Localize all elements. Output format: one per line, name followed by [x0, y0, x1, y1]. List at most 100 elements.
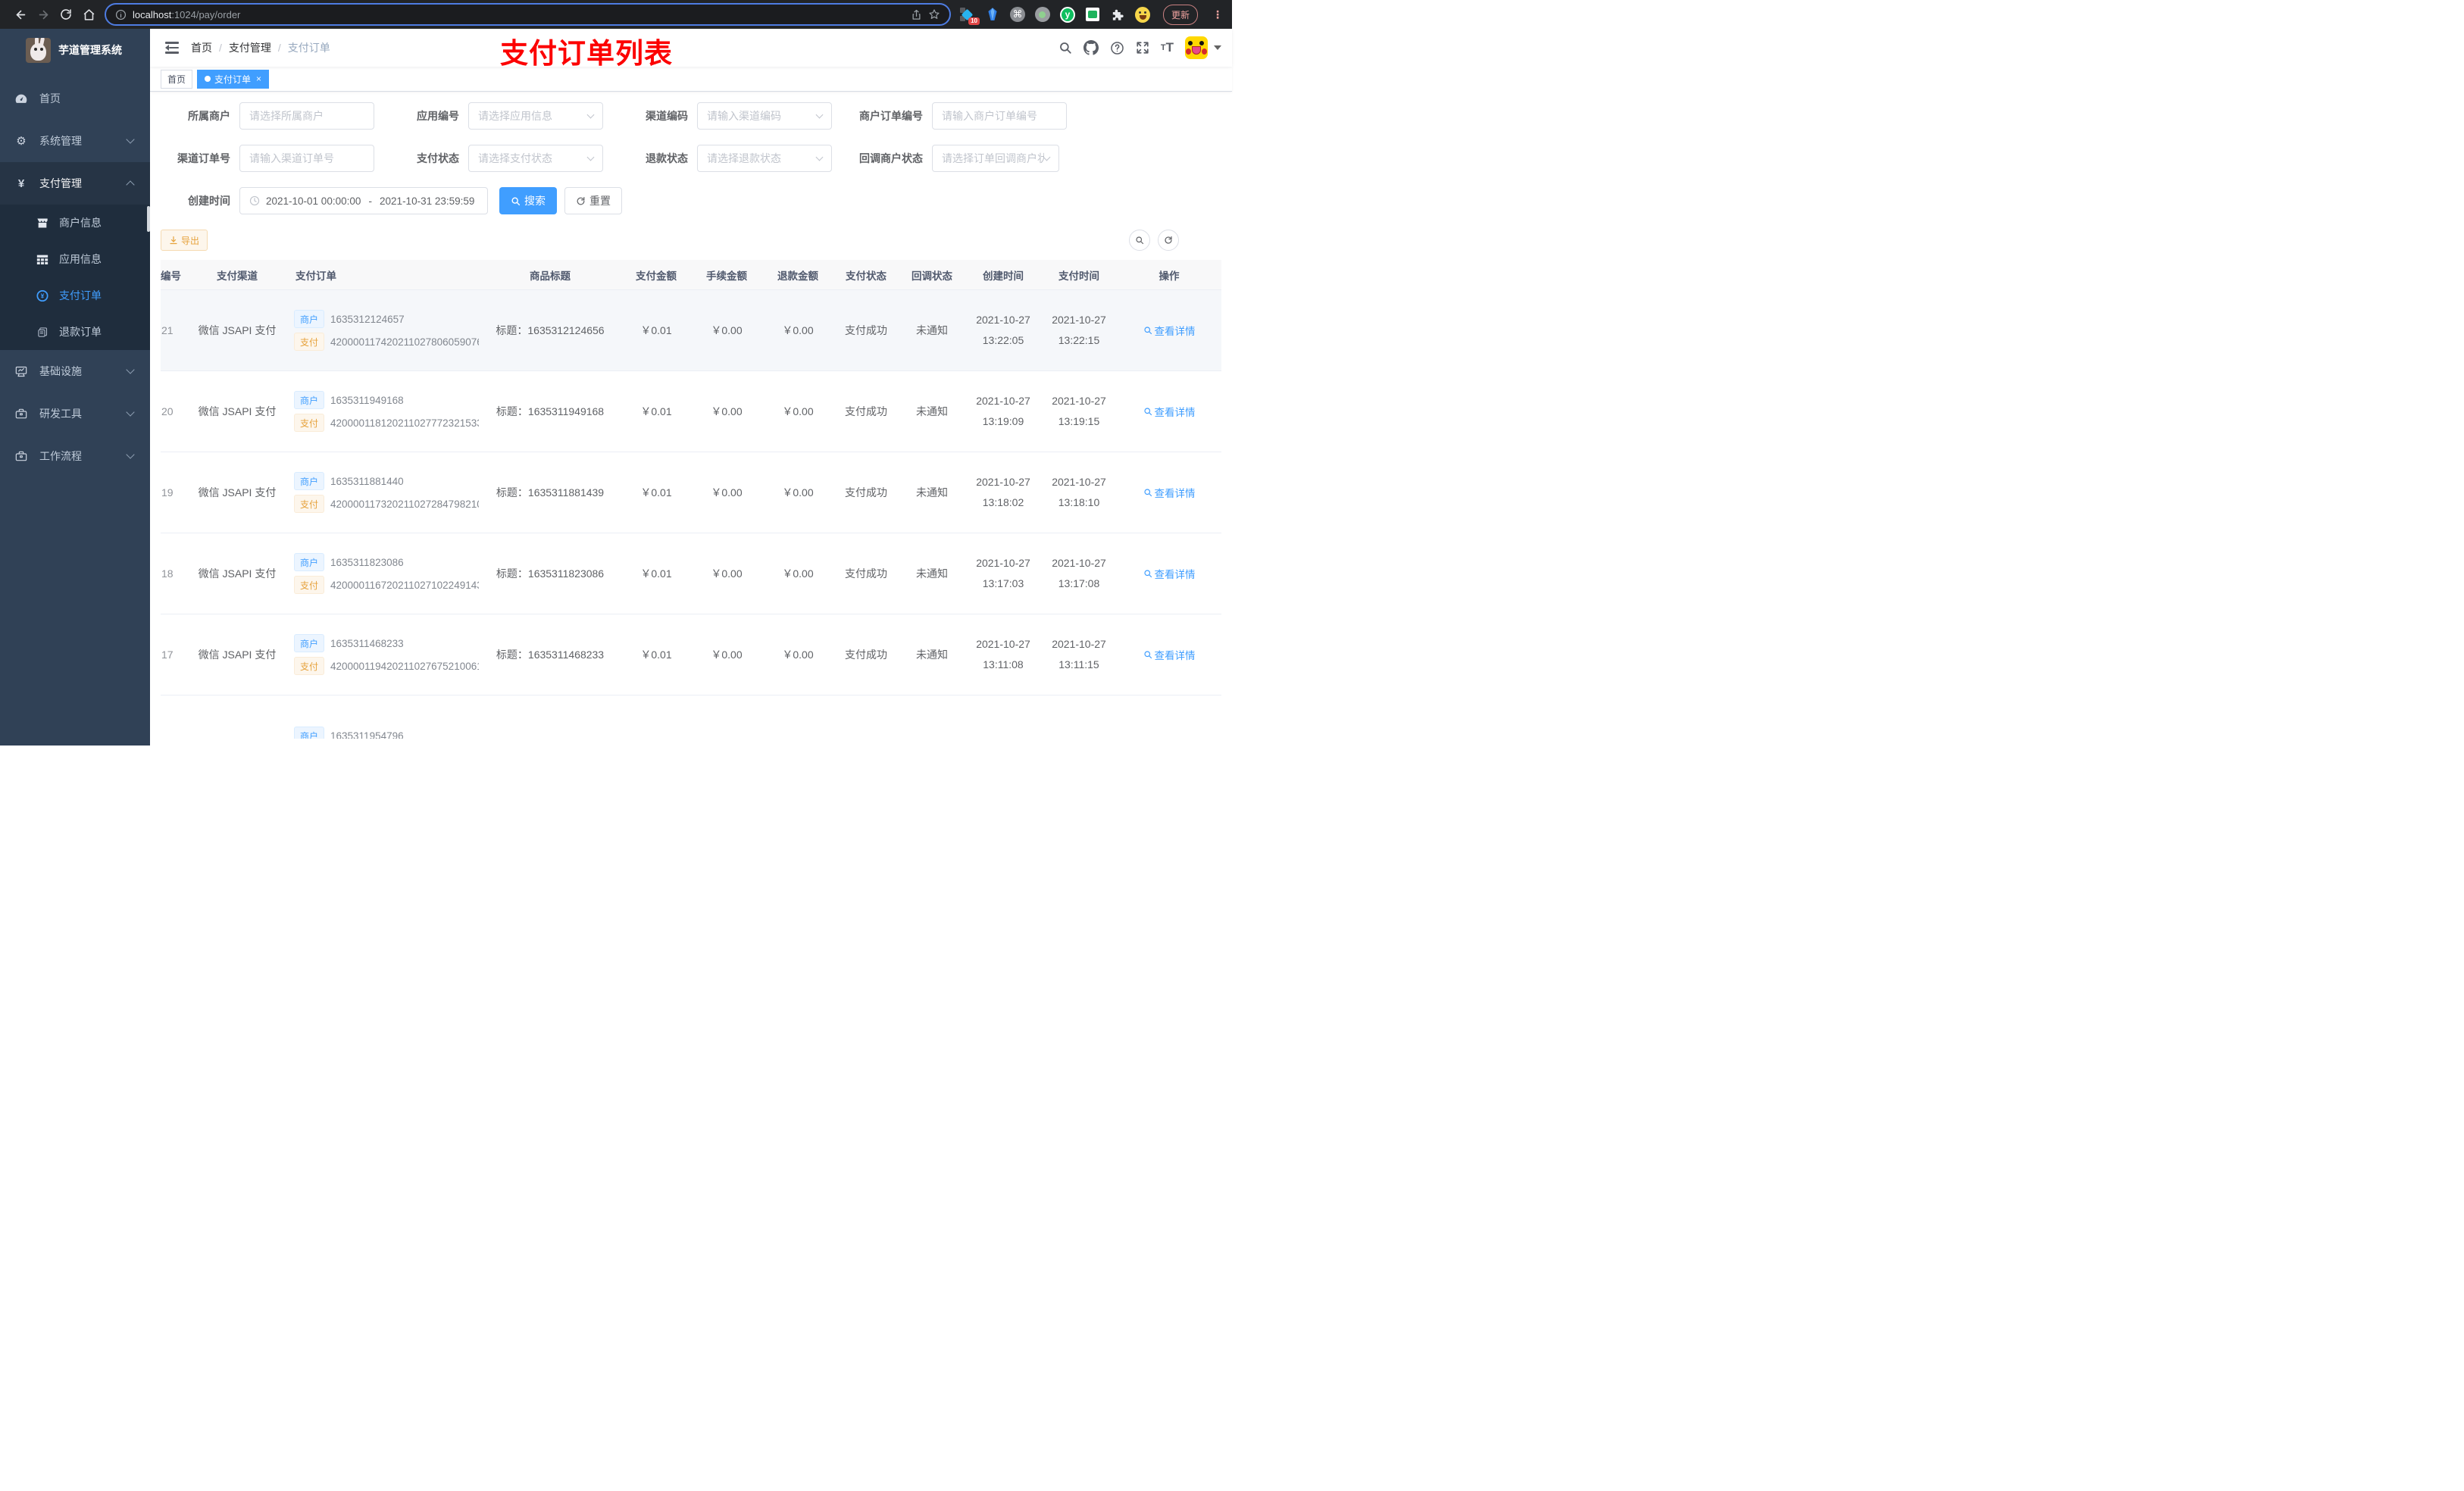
extension-tabs-icon[interactable]: 10 [959, 7, 980, 25]
fullscreen-icon[interactable] [1136, 41, 1149, 55]
site-info-icon[interactable] [115, 9, 127, 20]
github-icon[interactable] [1083, 40, 1099, 55]
cell-create-time: 2021-10-27 13:19:09 [976, 395, 1030, 427]
cell-pay-status: 支付成功 [845, 324, 887, 336]
title-prefix: 标题： [496, 567, 528, 580]
pay-status-select[interactable]: 请选择支付状态 [468, 145, 603, 172]
user-menu[interactable] [1185, 36, 1221, 59]
channel-order-no-field[interactable] [249, 152, 364, 164]
merchant-tag: 商户 [294, 634, 325, 652]
cell-fee: ￥0.00 [711, 567, 743, 580]
export-button[interactable]: 导出 [161, 230, 208, 251]
toggle-search-button[interactable] [1129, 230, 1150, 251]
extension-recorder-icon[interactable] [1034, 7, 1050, 22]
search-icon[interactable] [1058, 41, 1072, 55]
sidebar-item-merchant-info[interactable]: 商户信息 [0, 205, 150, 241]
merchant-tag: 商户 [294, 310, 325, 328]
browser-home-button[interactable] [77, 3, 100, 26]
select-placeholder: 请输入渠道编码 [707, 110, 781, 122]
url-text[interactable]: localhost:1024/pay/order [133, 9, 905, 20]
reset-button[interactable]: 重置 [564, 187, 622, 214]
sidebar-item-workflow[interactable]: 工作流程 [0, 435, 150, 477]
merchant-order-no-field[interactable] [942, 110, 1057, 122]
browser-menu-icon[interactable]: ⋮ [1212, 8, 1223, 21]
breadcrumb-home[interactable]: 首页 [191, 40, 212, 55]
cell-title: 标题：1635311881439 [479, 485, 621, 500]
extension-chat-icon[interactable] [1085, 7, 1100, 22]
breadcrumb-pay[interactable]: 支付管理 [229, 40, 271, 55]
view-detail-link[interactable]: 查看详情 [1143, 323, 1196, 338]
table-row: 19 微信 JSAPI 支付 商户 1635311881440 支付 4200001… [161, 452, 1221, 533]
merchant-no: 1635311949168 [330, 394, 404, 406]
view-detail-link[interactable]: 查看详情 [1143, 485, 1196, 500]
app-select[interactable]: 请选择应用信息 [468, 102, 603, 130]
cell-channel: 微信 JSAPI 支付 [198, 324, 277, 336]
tab-pay-order[interactable]: 支付订单 × [197, 69, 270, 89]
create-time-range-picker[interactable]: 2021-10-01 00:00:00 - 2021-10-31 23:59:5… [239, 187, 488, 214]
cell-pay-time: 2021-10-27 13:17:08 [1052, 557, 1106, 589]
extension-command-icon[interactable]: ⌘ [1009, 7, 1025, 22]
sidebar-item-pay-order[interactable]: ¥ 支付订单 [0, 277, 150, 314]
document-icon [36, 326, 48, 338]
sidebar-item-system[interactable]: ⚙ 系统管理 [0, 120, 150, 162]
pay-no: 4200001194202110276752100612 [330, 660, 479, 672]
cell-channel: 微信 JSAPI 支付 [198, 405, 277, 417]
search-icon [1143, 570, 1152, 578]
col-create-time: 创建时间 [983, 270, 1024, 282]
refresh-table-button[interactable] [1158, 230, 1179, 251]
page-title-annotation: 支付订单列表 [500, 38, 673, 69]
collapse-sidebar-icon[interactable] [162, 41, 179, 55]
pay-no: 4200001173202110272847982104 [330, 498, 479, 510]
chrome-update-button[interactable]: 更新 [1162, 4, 1198, 25]
sidebar-item-devtools[interactable]: 研发工具 [0, 392, 150, 435]
bookmark-star-icon[interactable] [928, 8, 940, 20]
view-detail-link[interactable]: 查看详情 [1143, 566, 1196, 581]
extension-y-icon[interactable]: y [1059, 6, 1075, 23]
address-bar[interactable]: localhost:1024/pay/order [105, 3, 951, 26]
extension-puzzle-icon[interactable] [1110, 7, 1125, 22]
merchant-input[interactable] [239, 102, 374, 130]
app-logo-row[interactable]: 芋道管理系统 [0, 29, 150, 71]
view-detail-link[interactable]: 查看详情 [1143, 404, 1196, 419]
browser-reload-button[interactable] [55, 3, 77, 26]
merchant-order-no-input[interactable] [932, 102, 1067, 130]
tab-home[interactable]: 首页 [161, 69, 193, 89]
date-end[interactable]: 2021-10-31 23:59:59 [380, 195, 474, 207]
cell-order: 商户 1635312124657 支付 4200001174202110278060… [282, 305, 479, 355]
toolbox-icon [15, 408, 27, 420]
merchant-input-field[interactable] [249, 110, 364, 122]
sidebar-item-home[interactable]: 首页 [0, 77, 150, 120]
col-action: 操作 [1159, 270, 1180, 282]
channel-code-select[interactable]: 请输入渠道编码 [697, 102, 832, 130]
notify-status-select[interactable]: 请选择订单回调商户状态 [932, 145, 1059, 172]
cell-create-time: 2021-10-27 13:11:08 [976, 638, 1030, 670]
clock-icon [249, 195, 260, 206]
sidebar-item-infra[interactable]: 基础设施 [0, 350, 150, 392]
help-icon[interactable] [1110, 41, 1124, 55]
date-start[interactable]: 2021-10-01 00:00:00 [266, 195, 361, 207]
extension-emoji-icon[interactable] [1134, 6, 1150, 23]
browser-back-button[interactable] [9, 3, 32, 26]
refund-status-select[interactable]: 请选择退款状态 [697, 145, 832, 172]
search-button[interactable]: 搜索 [499, 187, 557, 214]
cell-id: 19 [161, 486, 174, 499]
font-size-icon[interactable]: TT [1161, 40, 1174, 55]
sidebar-item-app-info[interactable]: 应用信息 [0, 241, 150, 277]
pay-no: 4200001181202110277723215336 [330, 417, 479, 429]
sidebar-scrollbar-thumb[interactable] [147, 206, 150, 232]
extension-gem-icon[interactable] [985, 7, 1000, 22]
tab-label: 首页 [167, 73, 186, 85]
channel-order-no-input[interactable] [239, 145, 374, 172]
close-icon[interactable]: × [256, 73, 261, 84]
merchant-tag: 商户 [294, 553, 325, 571]
cell-pay-status: 支付成功 [845, 567, 887, 580]
sidebar-item-pay[interactable]: ¥ 支付管理 [0, 162, 150, 205]
col-order: 支付订单 [295, 270, 336, 282]
cell-id: 21 [161, 324, 174, 336]
sidebar-item-refund-order[interactable]: 退款订单 [0, 314, 150, 350]
chevron-down-icon [126, 450, 135, 459]
cell-order: 商户 1635311954796 [282, 722, 479, 739]
share-icon[interactable] [911, 9, 922, 20]
browser-forward-button[interactable] [32, 3, 55, 26]
view-detail-link[interactable]: 查看详情 [1143, 647, 1196, 662]
